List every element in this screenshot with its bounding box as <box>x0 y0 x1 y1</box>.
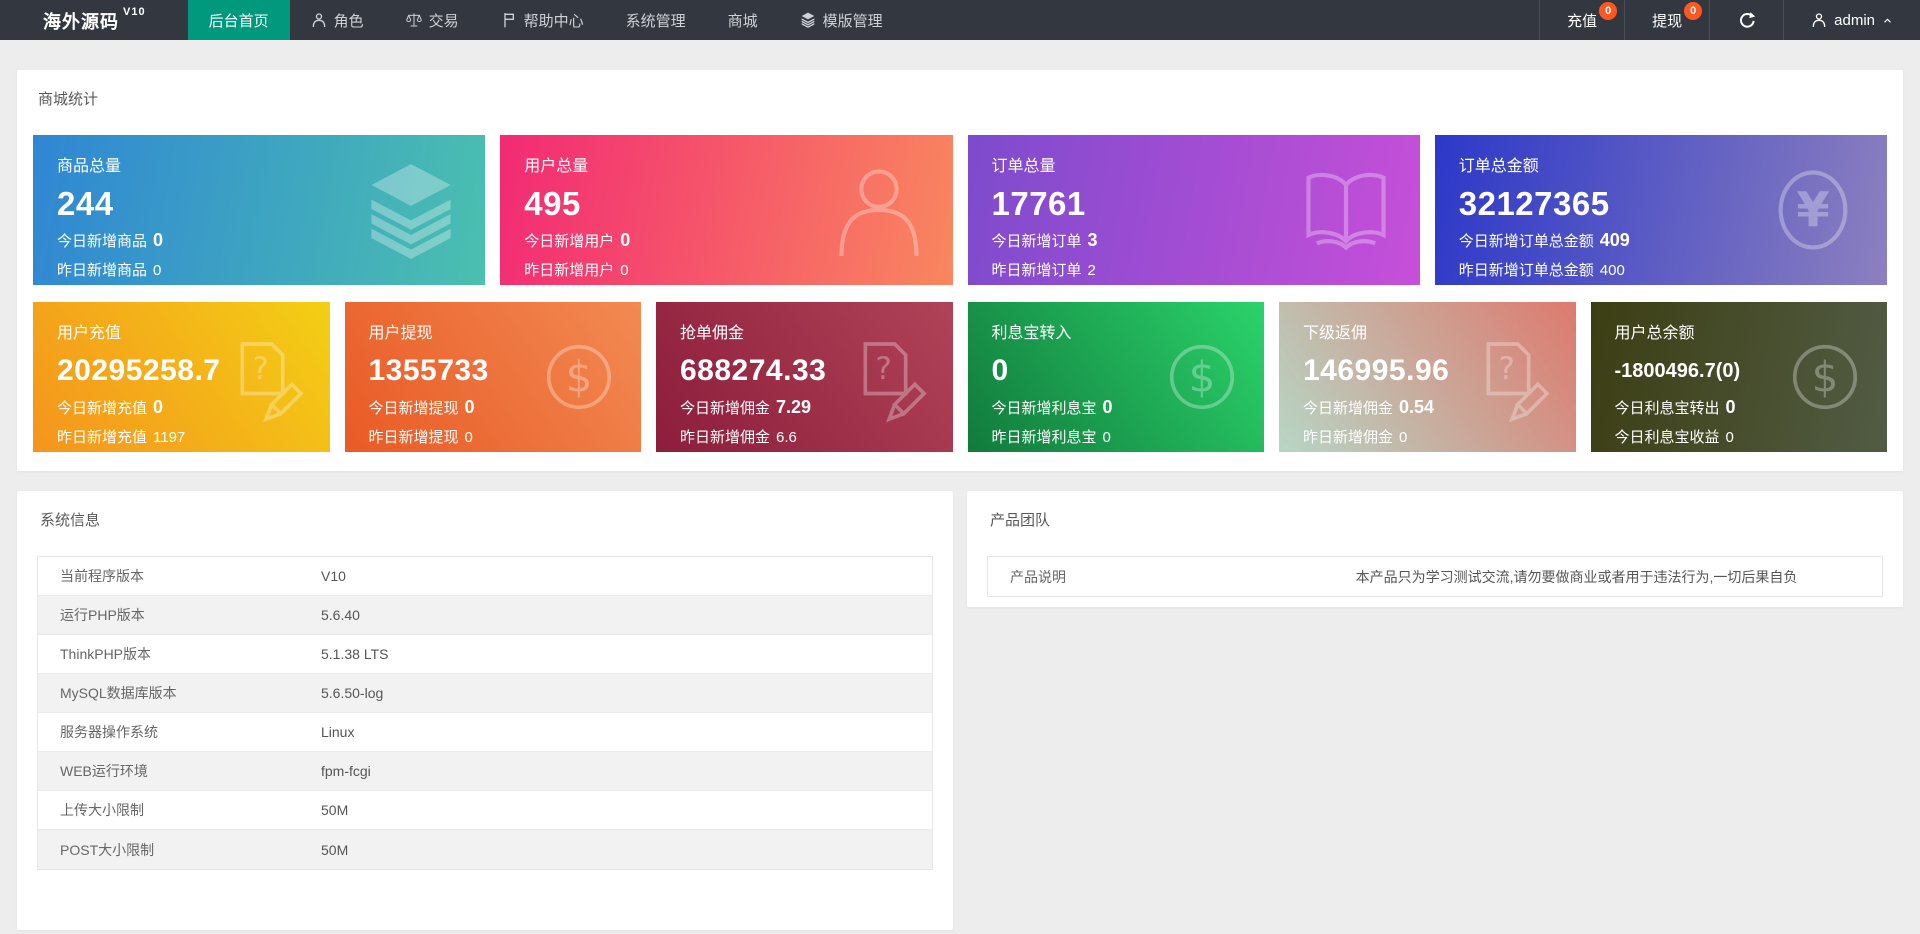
nav-item-mall[interactable]: 商城 <box>707 0 779 40</box>
stat-card-interest-in: 利息宝转入 0 今日新增利息宝 0 昨日新增利息宝 0 <box>967 302 1264 452</box>
nav-item-label: 商城 <box>727 12 758 30</box>
nav-item-home[interactable]: 后台首页 <box>187 0 290 40</box>
nav-item-label: 帮助中心 <box>523 12 584 30</box>
stat-card-user-balance: 用户总余额 -1800496.7(0) 今日利息宝转出 0 今日利息宝收益 0 <box>1590 302 1887 452</box>
withdraw-label: 提现 <box>1652 12 1683 30</box>
file-question-pencil-icon <box>224 331 312 423</box>
table-row: 产品说明 本产品只为学习测试交流,请勿要做商业或者用于违法行为,一切后果自负 <box>988 557 1882 596</box>
table-row: 运行PHP版本 5.6.40 <box>38 596 932 635</box>
stat-card-yesterday: 昨日新增用户 0 <box>524 262 629 279</box>
nav-item-label: 角色 <box>333 12 364 30</box>
product-table: 产品说明 本产品只为学习测试交流,请勿要做商业或者用于违法行为,一切后果自负 <box>987 556 1883 597</box>
nav-item-label: 系统管理 <box>625 12 686 30</box>
stat-card-order-amount: 订单总金额 32127365 今日新增订单总金额 409 昨日新增订单总金额 400 <box>1434 135 1887 285</box>
product-team-panel: 产品团队 产品说明 本产品只为学习测试交流,请勿要做商业或者用于违法行为,一切后… <box>967 491 1903 607</box>
layers-icon <box>361 158 461 262</box>
stat-card-yesterday: 昨日新增充值 1197 <box>57 429 186 446</box>
stat-card-user-withdraw: 用户提现 1355733 今日新增提现 0 昨日新增提现 0 <box>344 302 641 452</box>
stat-card-orders-total: 订单总量 17761 今日新增订单 3 昨日新增订单 2 <box>967 135 1420 285</box>
mall-stats-panel: 商城统计 商品总量 244 今日新增商品 0 昨日新增商品 0 用户总量 495 今… <box>17 70 1903 471</box>
table-row: POST大小限制 50M <box>38 830 932 869</box>
stat-card-users-total: 用户总量 495 今日新增用户 0 昨日新增用户 0 <box>500 135 953 285</box>
panel-title: 产品团队 <box>990 512 1051 529</box>
table-row: 上传大小限制 50M <box>38 791 932 830</box>
system-info-panel: 系统信息 当前程序版本 V10 运行PHP版本 5.6.40 ThinkPHP版… <box>17 491 953 930</box>
stat-card-yesterday: 昨日新增利息宝 0 <box>991 429 1111 446</box>
dollar-icon <box>1781 331 1869 423</box>
stat-card-grab-commission: 抢单佣金 688274.33 今日新增佣金 7.29 昨日新增佣金 6.6 <box>656 302 953 452</box>
book-icon <box>1296 158 1396 262</box>
nav-item-label: 后台首页 <box>208 12 269 30</box>
stat-card-yesterday: 昨日新增佣金 6.6 <box>680 429 797 446</box>
system-info-table: 当前程序版本 V10 运行PHP版本 5.6.40 ThinkPHP版本 5.1… <box>37 556 933 870</box>
panel-title: 商城统计 <box>38 91 99 108</box>
nav-item-template-mgmt[interactable]: 模版管理 <box>779 0 904 40</box>
stat-card-products-total: 商品总量 244 今日新增商品 0 昨日新增商品 0 <box>33 135 486 285</box>
recharge-label: 充值 <box>1567 12 1598 30</box>
table-row: WEB运行环境 fpm-fcgi <box>38 752 932 791</box>
nav-item-help-center[interactable]: 帮助中心 <box>480 0 605 40</box>
caret-up-icon <box>1882 15 1893 26</box>
navbar-right: 充值 0 提现 0 admin <box>1539 0 1920 40</box>
nav-item-label: 交易 <box>428 12 459 30</box>
refresh-button[interactable] <box>1709 0 1783 40</box>
scales-icon <box>406 12 422 28</box>
bottom-section: 系统信息 当前程序版本 V10 运行PHP版本 5.6.40 ThinkPHP版… <box>17 491 1903 930</box>
table-row: ThinkPHP版本 5.1.38 LTS <box>38 635 932 674</box>
file-question-pencil-icon <box>1470 331 1558 423</box>
stat-card-yesterday: 昨日新增提现 0 <box>368 429 473 446</box>
app-logo-text: 海外源码 <box>43 12 119 32</box>
table-row: MySQL数据库版本 5.6.50-log <box>38 674 932 713</box>
flag-icon <box>501 12 517 28</box>
dollar-icon <box>535 331 623 423</box>
withdraw-button[interactable]: 提现 0 <box>1624 0 1709 40</box>
nav-item-trade[interactable]: 交易 <box>385 0 480 40</box>
stat-card-user-recharge: 用户充值 20295258.7 今日新增充值 0 昨日新增充值 1197 <box>33 302 330 452</box>
dollar-icon <box>1158 331 1246 423</box>
stat-card-yesterday: 昨日新增订单 2 <box>991 262 1096 279</box>
app-version: V10 <box>123 6 146 18</box>
stats-row-2: 用户充值 20295258.7 今日新增充值 0 昨日新增充值 1197 用户提现 … <box>33 302 1887 452</box>
file-question-pencil-icon <box>847 331 935 423</box>
main-menu: 后台首页 角色 交易 帮助中心 系统管理 商城 模版管理 <box>187 0 904 40</box>
user-icon <box>1811 12 1827 28</box>
top-navbar: 海外源码 V10 后台首页 角色 交易 帮助中心 系统管理 商城 模版管理 充值… <box>0 0 1920 40</box>
main-content: 商城统计 商品总量 244 今日新增商品 0 昨日新增商品 0 用户总量 495 今… <box>0 40 1920 930</box>
layers-icon <box>800 12 816 28</box>
table-row: 当前程序版本 V10 <box>38 557 932 596</box>
nav-item-system-mgmt[interactable]: 系统管理 <box>605 0 707 40</box>
stat-card-yesterday: 今日利息宝收益 0 <box>1614 429 1734 446</box>
nav-item-label: 模版管理 <box>822 12 883 30</box>
nav-item-roles[interactable]: 角色 <box>290 0 385 40</box>
stat-card-sub-rebate: 下级返佣 146995.96 今日新增佣金 0.54 昨日新增佣金 0 <box>1279 302 1576 452</box>
recharge-button[interactable]: 充值 0 <box>1539 0 1624 40</box>
recharge-badge: 0 <box>1599 2 1618 20</box>
user-menu[interactable]: admin <box>1783 0 1920 40</box>
username: admin <box>1834 11 1875 29</box>
app-logo: 海外源码 V10 <box>0 0 188 40</box>
table-row: 服务器操作系统 Linux <box>38 713 932 752</box>
user-icon <box>311 12 327 28</box>
stat-card-yesterday: 昨日新增商品 0 <box>57 262 162 279</box>
refresh-icon <box>1737 11 1756 30</box>
panel-title: 系统信息 <box>40 512 101 529</box>
yen-icon <box>1763 158 1863 262</box>
stat-card-yesterday: 昨日新增订单总金额 400 <box>1458 262 1625 279</box>
person-icon <box>829 158 929 262</box>
stats-row-1: 商品总量 244 今日新增商品 0 昨日新增商品 0 用户总量 495 今日新增用户… <box>33 135 1887 285</box>
stat-card-yesterday: 昨日新增佣金 0 <box>1303 429 1408 446</box>
withdraw-badge: 0 <box>1684 2 1703 20</box>
